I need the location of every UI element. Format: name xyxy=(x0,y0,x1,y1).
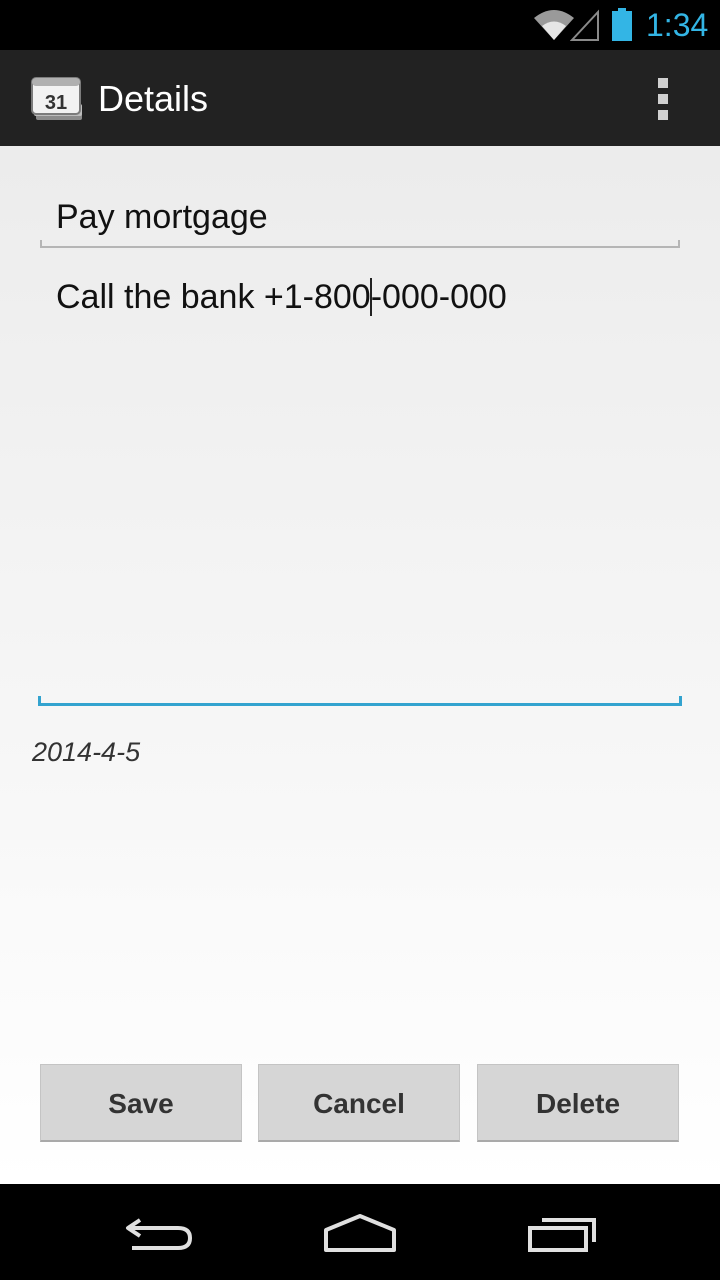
title-input-tick-right xyxy=(678,240,680,248)
notes-text-before-caret: Call the bank +1-800 xyxy=(56,278,371,316)
overflow-menu-button[interactable] xyxy=(640,74,688,124)
overflow-menu-icon xyxy=(658,78,668,88)
page-title: Details xyxy=(98,78,209,119)
notes-input[interactable]: Call the bank +1-800-000-000 xyxy=(38,268,682,706)
calendar-icon[interactable]: 31 xyxy=(30,74,86,124)
notes-input-tick-left xyxy=(38,696,41,706)
home-icon[interactable] xyxy=(320,1208,400,1258)
back-icon[interactable] xyxy=(120,1208,200,1258)
battery-icon xyxy=(612,8,632,41)
delete-button[interactable]: Delete xyxy=(477,1064,679,1142)
title-input-tick-left xyxy=(40,240,42,248)
notes-input-value: Call the bank +1-800-000-000 xyxy=(56,276,507,318)
action-bar: 31 Details xyxy=(0,50,720,146)
notes-text-after-caret: -000-000 xyxy=(370,278,507,316)
title-input-underline xyxy=(40,246,680,248)
overflow-menu-icon-dot xyxy=(658,94,668,104)
status-clock: 1:34 xyxy=(646,7,709,43)
title-input-value: Pay mortgage xyxy=(56,198,268,236)
save-button[interactable]: Save xyxy=(40,1064,242,1142)
navigation-bar xyxy=(0,1184,720,1280)
calendar-icon-text: 31 xyxy=(45,92,67,114)
cancel-button[interactable]: Cancel xyxy=(258,1064,460,1142)
recent-apps-icon[interactable] xyxy=(522,1208,602,1258)
details-form: Pay mortgage Call the bank +1-800-000-00… xyxy=(0,146,720,1184)
notes-input-tick-right xyxy=(679,696,682,706)
overflow-menu-icon-dot xyxy=(658,110,668,120)
notes-input-underline xyxy=(38,703,682,706)
status-bar: 1:34 xyxy=(0,0,720,50)
cell-signal-icon xyxy=(570,9,599,41)
title-input[interactable]: Pay mortgage xyxy=(40,190,680,248)
date-label: 2014-4-5 xyxy=(32,737,141,767)
